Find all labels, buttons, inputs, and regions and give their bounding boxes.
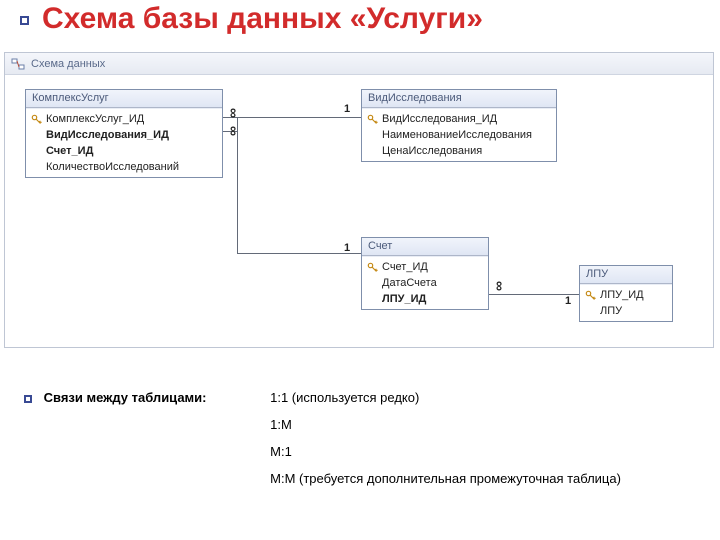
field-name: Счет_ИД [46, 145, 93, 157]
schema-window: Схема данных 1 ∞ ∞ 1 ∞ 1 КомплексУслуг К… [4, 52, 714, 348]
rel-line [237, 253, 361, 254]
field-name: Счет_ИД [382, 261, 428, 273]
footer: Связи между таблицами: 1:1 (используется… [24, 390, 684, 498]
page-title: Схема базы данных «Услуги» [42, 2, 483, 36]
footer-label: Связи между таблицами: [44, 390, 207, 405]
table-body: ЛПУ_ИД ЛПУ [580, 284, 672, 321]
footer-item: M:1 [270, 444, 621, 459]
primary-key-icon [366, 261, 378, 273]
primary-key-icon [584, 289, 596, 301]
field-name: ДатаСчета [382, 277, 437, 289]
cardinality-one: 1 [344, 242, 350, 254]
rel-line [223, 117, 361, 118]
rel-line [237, 131, 238, 253]
table-vid-issledovaniya[interactable]: ВидИсследования ВидИсследования_ИД Наимен… [361, 89, 557, 162]
table-field[interactable]: ВидИсследования_ИД [362, 111, 556, 127]
field-name: ЛПУ_ИД [600, 289, 644, 301]
field-name: КомплексУслуг_ИД [46, 113, 144, 125]
table-body: ВидИсследования_ИД НаименованиеИсследован… [362, 108, 556, 161]
relationships-icon [11, 57, 25, 71]
cardinality-one: 1 [565, 295, 571, 307]
window-titlebar: Схема данных [5, 53, 713, 75]
primary-key-icon [366, 113, 378, 125]
cardinality-many: ∞ [495, 278, 505, 294]
cardinality-many: ∞ [229, 105, 239, 121]
footer-item: 1:M [270, 417, 621, 432]
table-field[interactable]: НаименованиеИсследования [362, 127, 556, 143]
footer-item: M:M (требуется дополнительная промежуточ… [270, 471, 621, 486]
table-body: Счет_ИД ДатаСчета ЛПУ_ИД [362, 256, 488, 309]
field-name: КоличествоИсследований [46, 161, 179, 173]
table-field[interactable]: ЦенаИсследования [362, 143, 556, 159]
table-header: ВидИсследования [362, 90, 556, 108]
field-name: ВидИсследования_ИД [382, 113, 497, 125]
primary-key-icon [30, 113, 42, 125]
table-header: Счет [362, 238, 488, 256]
title-bullet [20, 16, 29, 25]
table-field[interactable]: ДатаСчета [362, 275, 488, 291]
schema-canvas[interactable]: 1 ∞ ∞ 1 ∞ 1 КомплексУслуг КомплексУслуг_… [5, 75, 713, 349]
table-field[interactable]: Счет_ИД [362, 259, 488, 275]
window-title: Схема данных [31, 58, 105, 70]
field-name: ЛПУ [600, 305, 622, 317]
table-header: КомплексУслуг [26, 90, 222, 108]
footer-bullet [24, 395, 32, 403]
table-field[interactable]: ЛПУ_ИД [580, 287, 672, 303]
field-name: ЛПУ_ИД [382, 293, 426, 305]
footer-item: 1:1 (используется редко) [270, 390, 621, 405]
table-field[interactable]: КомплексУслуг_ИД [26, 111, 222, 127]
table-field[interactable]: Счет_ИД [26, 143, 222, 159]
table-field[interactable]: ВидИсследования_ИД [26, 127, 222, 143]
table-field[interactable]: ЛПУ_ИД [362, 291, 488, 307]
field-name: ВидИсследования_ИД [46, 129, 169, 141]
table-komplex-uslug[interactable]: КомплексУслуг КомплексУслуг_ИД ВидИсследо… [25, 89, 223, 178]
table-lpu[interactable]: ЛПУ ЛПУ_ИД ЛПУ [579, 265, 673, 322]
cardinality-many: ∞ [229, 123, 239, 139]
cardinality-one: 1 [344, 103, 350, 115]
field-name: НаименованиеИсследования [382, 129, 532, 141]
field-name: ЦенаИсследования [382, 145, 482, 157]
table-field[interactable]: КоличествоИсследований [26, 159, 222, 175]
table-body: КомплексУслуг_ИД ВидИсследования_ИД Счет_И… [26, 108, 222, 177]
table-header: ЛПУ [580, 266, 672, 284]
table-field[interactable]: ЛПУ [580, 303, 672, 319]
table-schet[interactable]: Счет Счет_ИД ДатаСчета ЛПУ_ИД [361, 237, 489, 310]
